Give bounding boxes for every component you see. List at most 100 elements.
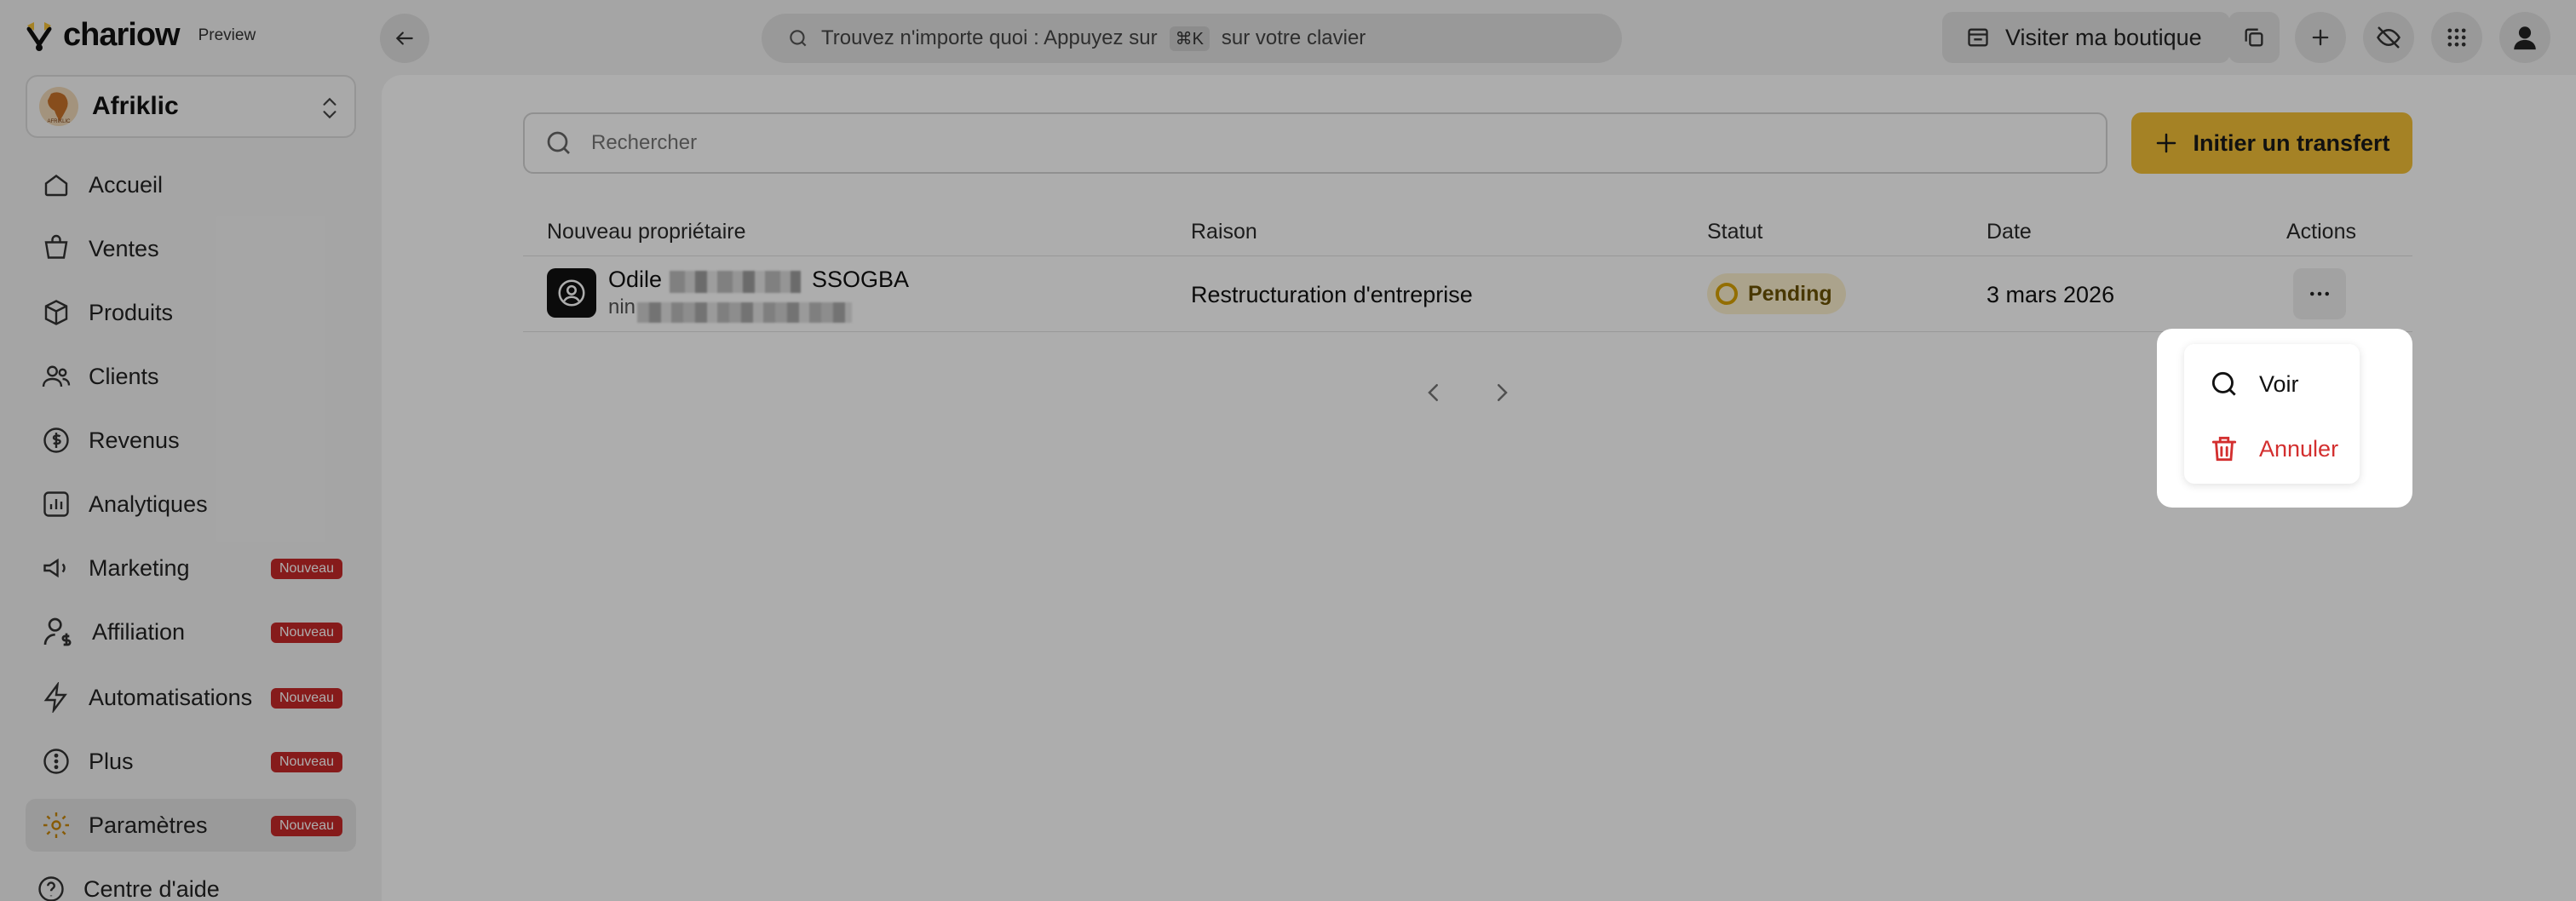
table-row[interactable]: Odile SSOGBA nin Restructuration d'entrep… bbox=[523, 255, 2412, 332]
search-icon bbox=[790, 30, 807, 47]
global-search-suffix: sur votre clavier bbox=[1221, 26, 1366, 49]
sidebar-item-label: Centre d'aide bbox=[83, 875, 220, 901]
help-icon bbox=[38, 876, 64, 901]
redacted-email bbox=[637, 302, 852, 323]
hide-button[interactable] bbox=[2363, 12, 2414, 63]
trash-icon bbox=[2211, 436, 2237, 462]
sidebar-item-label: Revenus bbox=[89, 427, 180, 453]
box-icon bbox=[44, 300, 68, 325]
initiate-transfer-label: Initier un transfert bbox=[2193, 129, 2390, 156]
apps-button[interactable] bbox=[2431, 12, 2482, 63]
sidebar-item-clients[interactable]: Clients bbox=[26, 350, 356, 403]
column-header: Actions bbox=[2286, 220, 2356, 244]
row-actions-menu: Voir Annuler bbox=[2157, 329, 2412, 508]
arrow-left-icon bbox=[395, 32, 413, 45]
sidebar-item-label: Accueil bbox=[89, 171, 164, 198]
affiliate-icon bbox=[43, 617, 72, 646]
plus-icon bbox=[2157, 133, 2176, 153]
apps-grid-icon bbox=[2447, 28, 2466, 47]
back-button[interactable] bbox=[380, 14, 429, 63]
gear-icon bbox=[43, 812, 69, 838]
sidebar-item-label: Ventes bbox=[89, 235, 159, 261]
table-header: Nouveau propriétaire Raison Statut Date … bbox=[523, 218, 2412, 255]
store-switcher[interactable]: AFRIKLIC Afriklic bbox=[26, 75, 356, 138]
more-circle-icon bbox=[43, 749, 69, 774]
new-badge: Nouveau bbox=[270, 623, 342, 643]
sidebar-item-centre-aide[interactable]: Centre d'aide bbox=[26, 863, 356, 901]
menu-item-label: Annuler bbox=[2259, 435, 2339, 462]
chariow-logo-icon bbox=[24, 19, 55, 53]
sidebar-item-label: Clients bbox=[89, 363, 159, 389]
sidebar-item-label: Automatisations bbox=[89, 684, 253, 710]
sidebar-item-produits[interactable]: Produits bbox=[26, 286, 356, 339]
column-header: Nouveau propriétaire bbox=[547, 220, 746, 244]
visit-shop-button[interactable]: Visiter ma boutique bbox=[1942, 12, 2230, 63]
sidebar-item-label: Analytiques bbox=[89, 491, 208, 517]
svg-text:AFRIKLIC: AFRIKLIC bbox=[47, 119, 71, 124]
transfer-reason: Restructuration d'entreprise bbox=[1191, 282, 1473, 307]
pending-icon bbox=[1716, 283, 1738, 305]
cart-icon bbox=[44, 234, 68, 259]
sidebar-item-analytiques[interactable]: Analytiques bbox=[26, 478, 356, 531]
sidebar-item-plus[interactable]: Plus Nouveau bbox=[26, 735, 356, 788]
new-badge: Nouveau bbox=[270, 752, 342, 772]
sidebar-item-automatisations[interactable]: Automatisations Nouveau bbox=[26, 671, 356, 724]
menu-item-cancel[interactable]: Annuler bbox=[2208, 428, 2338, 470]
sidebar-item-label: Plus bbox=[89, 748, 134, 774]
menu-list: Voir Annuler bbox=[2184, 344, 2360, 484]
search-icon bbox=[547, 131, 570, 154]
home-icon bbox=[44, 175, 68, 197]
sidebar-item-accueil[interactable]: Accueil bbox=[26, 158, 356, 211]
sidebar-item-revenus[interactable]: Revenus bbox=[26, 414, 356, 467]
search-field[interactable] bbox=[523, 112, 2107, 174]
sidebar-item-affiliation[interactable]: Affiliation Nouveau bbox=[26, 605, 356, 658]
owner-email: nin bbox=[608, 296, 636, 319]
sidebar-item-marketing[interactable]: Marketing Nouveau bbox=[26, 542, 356, 594]
user-menu-button[interactable] bbox=[2499, 12, 2550, 63]
search-input[interactable] bbox=[591, 131, 2039, 155]
visit-shop-label: Visiter ma boutique bbox=[2005, 24, 2202, 50]
pagination bbox=[1421, 380, 1515, 405]
sidebar-item-label: Produits bbox=[89, 299, 174, 325]
logo-text: chariow bbox=[63, 17, 181, 53]
bolt-icon bbox=[43, 682, 67, 713]
keyboard-shortcut: ⌘K bbox=[1169, 26, 1210, 51]
chart-icon bbox=[43, 491, 69, 517]
sidebar-item-label: Affiliation bbox=[92, 618, 186, 645]
megaphone-icon bbox=[43, 558, 66, 578]
chevron-right-icon[interactable] bbox=[1489, 380, 1515, 405]
initiate-transfer-button[interactable]: Initier un transfert bbox=[2131, 112, 2412, 174]
column-header: Raison bbox=[1191, 220, 1257, 244]
search-icon bbox=[2211, 371, 2236, 396]
menu-item-view[interactable]: Voir bbox=[2208, 363, 2299, 405]
transfer-date: 3 mars 2026 bbox=[1987, 282, 2115, 307]
sidebar-item-parametres[interactable]: Paramètres Nouveau bbox=[26, 799, 356, 852]
status-label: Pending bbox=[1748, 281, 1832, 306]
redacted-name bbox=[670, 271, 801, 293]
owner-avatar bbox=[547, 268, 596, 318]
sidebar-item-ventes[interactable]: Ventes bbox=[26, 222, 356, 275]
preview-label: Preview bbox=[198, 26, 256, 44]
store-name: Afriklic bbox=[92, 92, 179, 120]
store-icon bbox=[1968, 28, 1988, 47]
copy-icon bbox=[2245, 28, 2263, 47]
status-badge: Pending bbox=[1707, 273, 1846, 314]
sidebar-item-label: Marketing bbox=[89, 554, 190, 581]
column-header: Statut bbox=[1707, 220, 1763, 244]
money-icon bbox=[43, 428, 69, 453]
add-button[interactable] bbox=[2295, 12, 2346, 63]
global-search[interactable]: Trouvez n'importe quoi : Appuyez sur ⌘K … bbox=[762, 14, 1622, 63]
copy-button[interactable] bbox=[2228, 12, 2280, 63]
new-badge: Nouveau bbox=[270, 688, 342, 709]
users-icon bbox=[42, 365, 71, 387]
new-badge: Nouveau bbox=[270, 559, 342, 579]
menu-item-label: Voir bbox=[2259, 370, 2299, 397]
more-horizontal-icon bbox=[2310, 291, 2329, 296]
user-circle-icon bbox=[558, 279, 585, 307]
new-badge: Nouveau bbox=[270, 816, 342, 836]
logo[interactable]: chariow Preview bbox=[24, 17, 256, 54]
chevron-up-down-icon bbox=[319, 95, 341, 125]
plus-icon bbox=[2312, 29, 2329, 46]
row-actions-button[interactable] bbox=[2293, 268, 2346, 319]
chevron-left-icon[interactable] bbox=[1421, 380, 1446, 405]
